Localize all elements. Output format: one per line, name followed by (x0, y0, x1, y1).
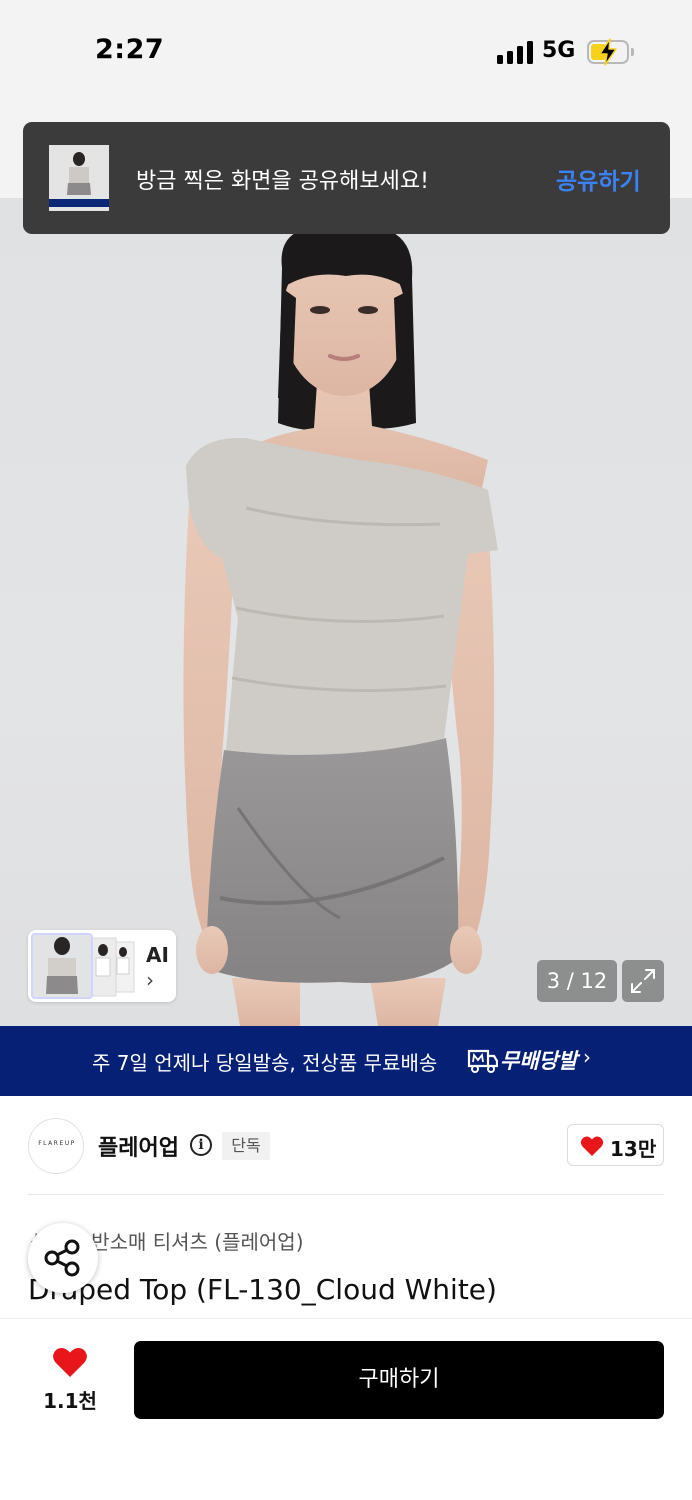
network-label: 5G (542, 38, 576, 63)
status-time: 2:27 (95, 34, 165, 65)
banner-text: 주 7일 언제나 당일발송, 전상품 무료배송 (92, 1051, 438, 1075)
chevron-right-icon: › (583, 1045, 591, 1069)
toast-message: 방금 찍은 화면을 공유해보세요! (136, 169, 429, 194)
delivery-truck-icon (467, 1049, 498, 1073)
wish-count: 1.1천 (43, 1389, 97, 1413)
brand-logo-text: FLAREUP (38, 1140, 76, 1147)
share-icon (44, 1239, 80, 1277)
category-label: 반소매 티셔츠 (플레어업) (91, 1230, 304, 1254)
toast-share-button[interactable]: 공유하기 (556, 162, 641, 196)
model-photo (183, 226, 498, 1026)
info-icon[interactable]: i (190, 1134, 212, 1156)
signal-icon (497, 40, 533, 64)
brand-name[interactable]: 플레어업 (98, 1130, 179, 1162)
heart-icon (580, 1136, 604, 1156)
ai-label: AI (146, 943, 169, 967)
battery-cap (631, 48, 634, 56)
screenshot-thumbnail[interactable] (49, 145, 109, 211)
exclusive-badge: 단독 (222, 1132, 270, 1160)
brand-like-count: 13만 (610, 1137, 657, 1161)
banner-brand: 무배당발 (500, 1049, 578, 1073)
buy-button[interactable]: 구매하기 (134, 1341, 664, 1419)
product-image[interactable] (0, 198, 692, 1026)
ai-thumbnails (31, 933, 135, 999)
product-title: Draped Top (FL-130_Cloud White) (28, 1273, 497, 1306)
ai-similar-button[interactable]: AI › (28, 930, 176, 1002)
chevron-right-icon: › (146, 968, 154, 992)
expand-button[interactable] (622, 960, 664, 1002)
image-counter: 3 / 12 (537, 960, 617, 1002)
delivery-banner[interactable]: 주 7일 언제나 당일발송, 전상품 무료배송 무배당발 › (0, 1026, 692, 1096)
brand-like-button[interactable]: 13만 (567, 1124, 664, 1166)
heart-icon[interactable] (52, 1346, 88, 1378)
expand-icon (631, 969, 655, 993)
screenshot-thumbnail-image (49, 145, 109, 211)
charging-bolt-icon (599, 38, 617, 66)
brand-logo[interactable]: FLAREUP (28, 1118, 84, 1174)
share-button[interactable] (28, 1223, 98, 1293)
share-toast: 방금 찍은 화면을 공유해보세요! 공유하기 (23, 122, 670, 234)
divider (28, 1194, 664, 1195)
